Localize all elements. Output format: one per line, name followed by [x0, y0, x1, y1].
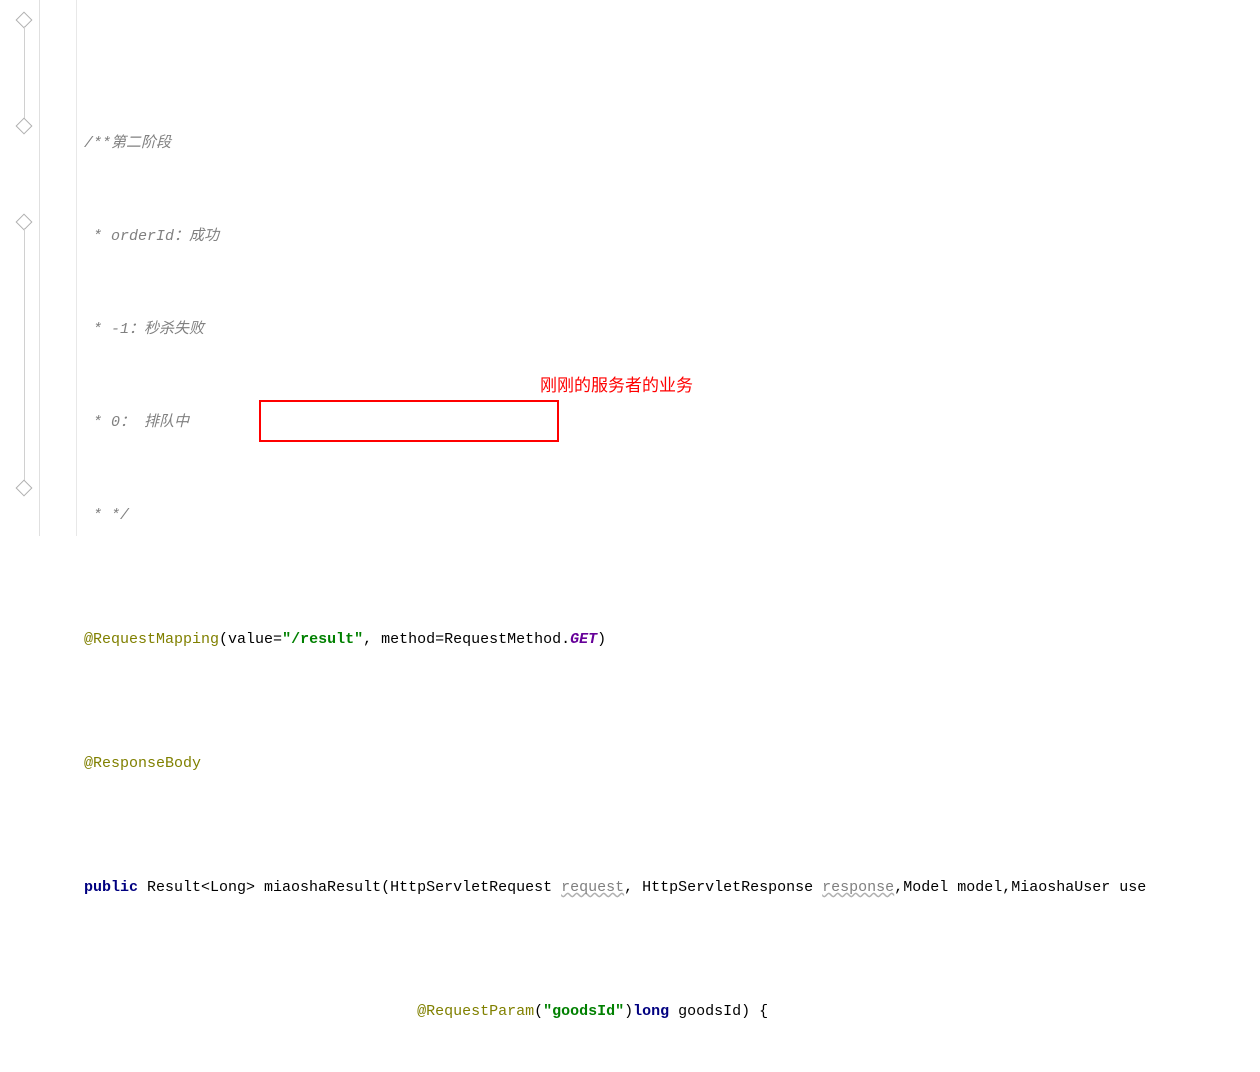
annotation-label: 刚刚的服务者的业务 — [540, 370, 693, 401]
fold-marker-icon[interactable] — [16, 118, 33, 135]
fold-line — [24, 26, 25, 120]
code-text: ) — [624, 1003, 633, 1020]
comment-text: * -1：秒杀失败 — [84, 321, 204, 338]
comment-text: * */ — [84, 507, 129, 524]
code-line[interactable]: * orderId：成功 — [48, 221, 1260, 252]
annotation: @RequestParam — [417, 1003, 534, 1020]
comment-text: /**第二阶段 — [84, 135, 171, 152]
keyword: public — [84, 879, 138, 896]
code-text: ( — [534, 1003, 543, 1020]
code-text: ,Model model,MiaoshaUser use — [894, 879, 1146, 896]
comment-text: * orderId：成功 — [84, 228, 219, 245]
code-line[interactable]: * 0： 排队中 — [48, 407, 1260, 438]
code-text: , HttpServletResponse — [624, 879, 822, 896]
string-literal: "/result" — [282, 631, 363, 648]
code-text: Result<Long> miaoshaResult(HttpServletRe… — [138, 879, 561, 896]
editor-gutter — [0, 0, 40, 536]
string-literal: "goodsId" — [543, 1003, 624, 1020]
constant: GET — [570, 631, 597, 648]
code-line[interactable]: @ResponseBody — [48, 748, 1260, 779]
code-line[interactable]: /**第二阶段 — [48, 128, 1260, 159]
code-editor[interactable]: /**第二阶段 * orderId：成功 * -1：秒杀失败 * 0： 排队中 … — [40, 0, 1260, 536]
annotation: @RequestMapping — [84, 631, 219, 648]
code-text: goodsId) { — [669, 1003, 768, 1020]
fold-line — [24, 228, 25, 482]
fold-marker-icon[interactable] — [16, 480, 33, 497]
code-text: ) — [597, 631, 606, 648]
comment-text: * 0： 排队中 — [84, 414, 189, 431]
code-text: (value= — [219, 631, 282, 648]
annotation: @ResponseBody — [84, 755, 201, 772]
keyword: long — [633, 1003, 669, 1020]
code-line[interactable]: * */ — [48, 500, 1260, 531]
parameter: request — [561, 879, 624, 896]
code-line[interactable]: public Result<Long> miaoshaResult(HttpSe… — [48, 872, 1260, 903]
code-text: , method=RequestMethod. — [363, 631, 570, 648]
parameter: response — [822, 879, 894, 896]
code-line[interactable]: * -1：秒杀失败 — [48, 314, 1260, 345]
code-line[interactable]: @RequestParam("goodsId")long goodsId) { — [48, 996, 1260, 1027]
code-line[interactable]: @RequestMapping(value="/result", method=… — [48, 624, 1260, 655]
